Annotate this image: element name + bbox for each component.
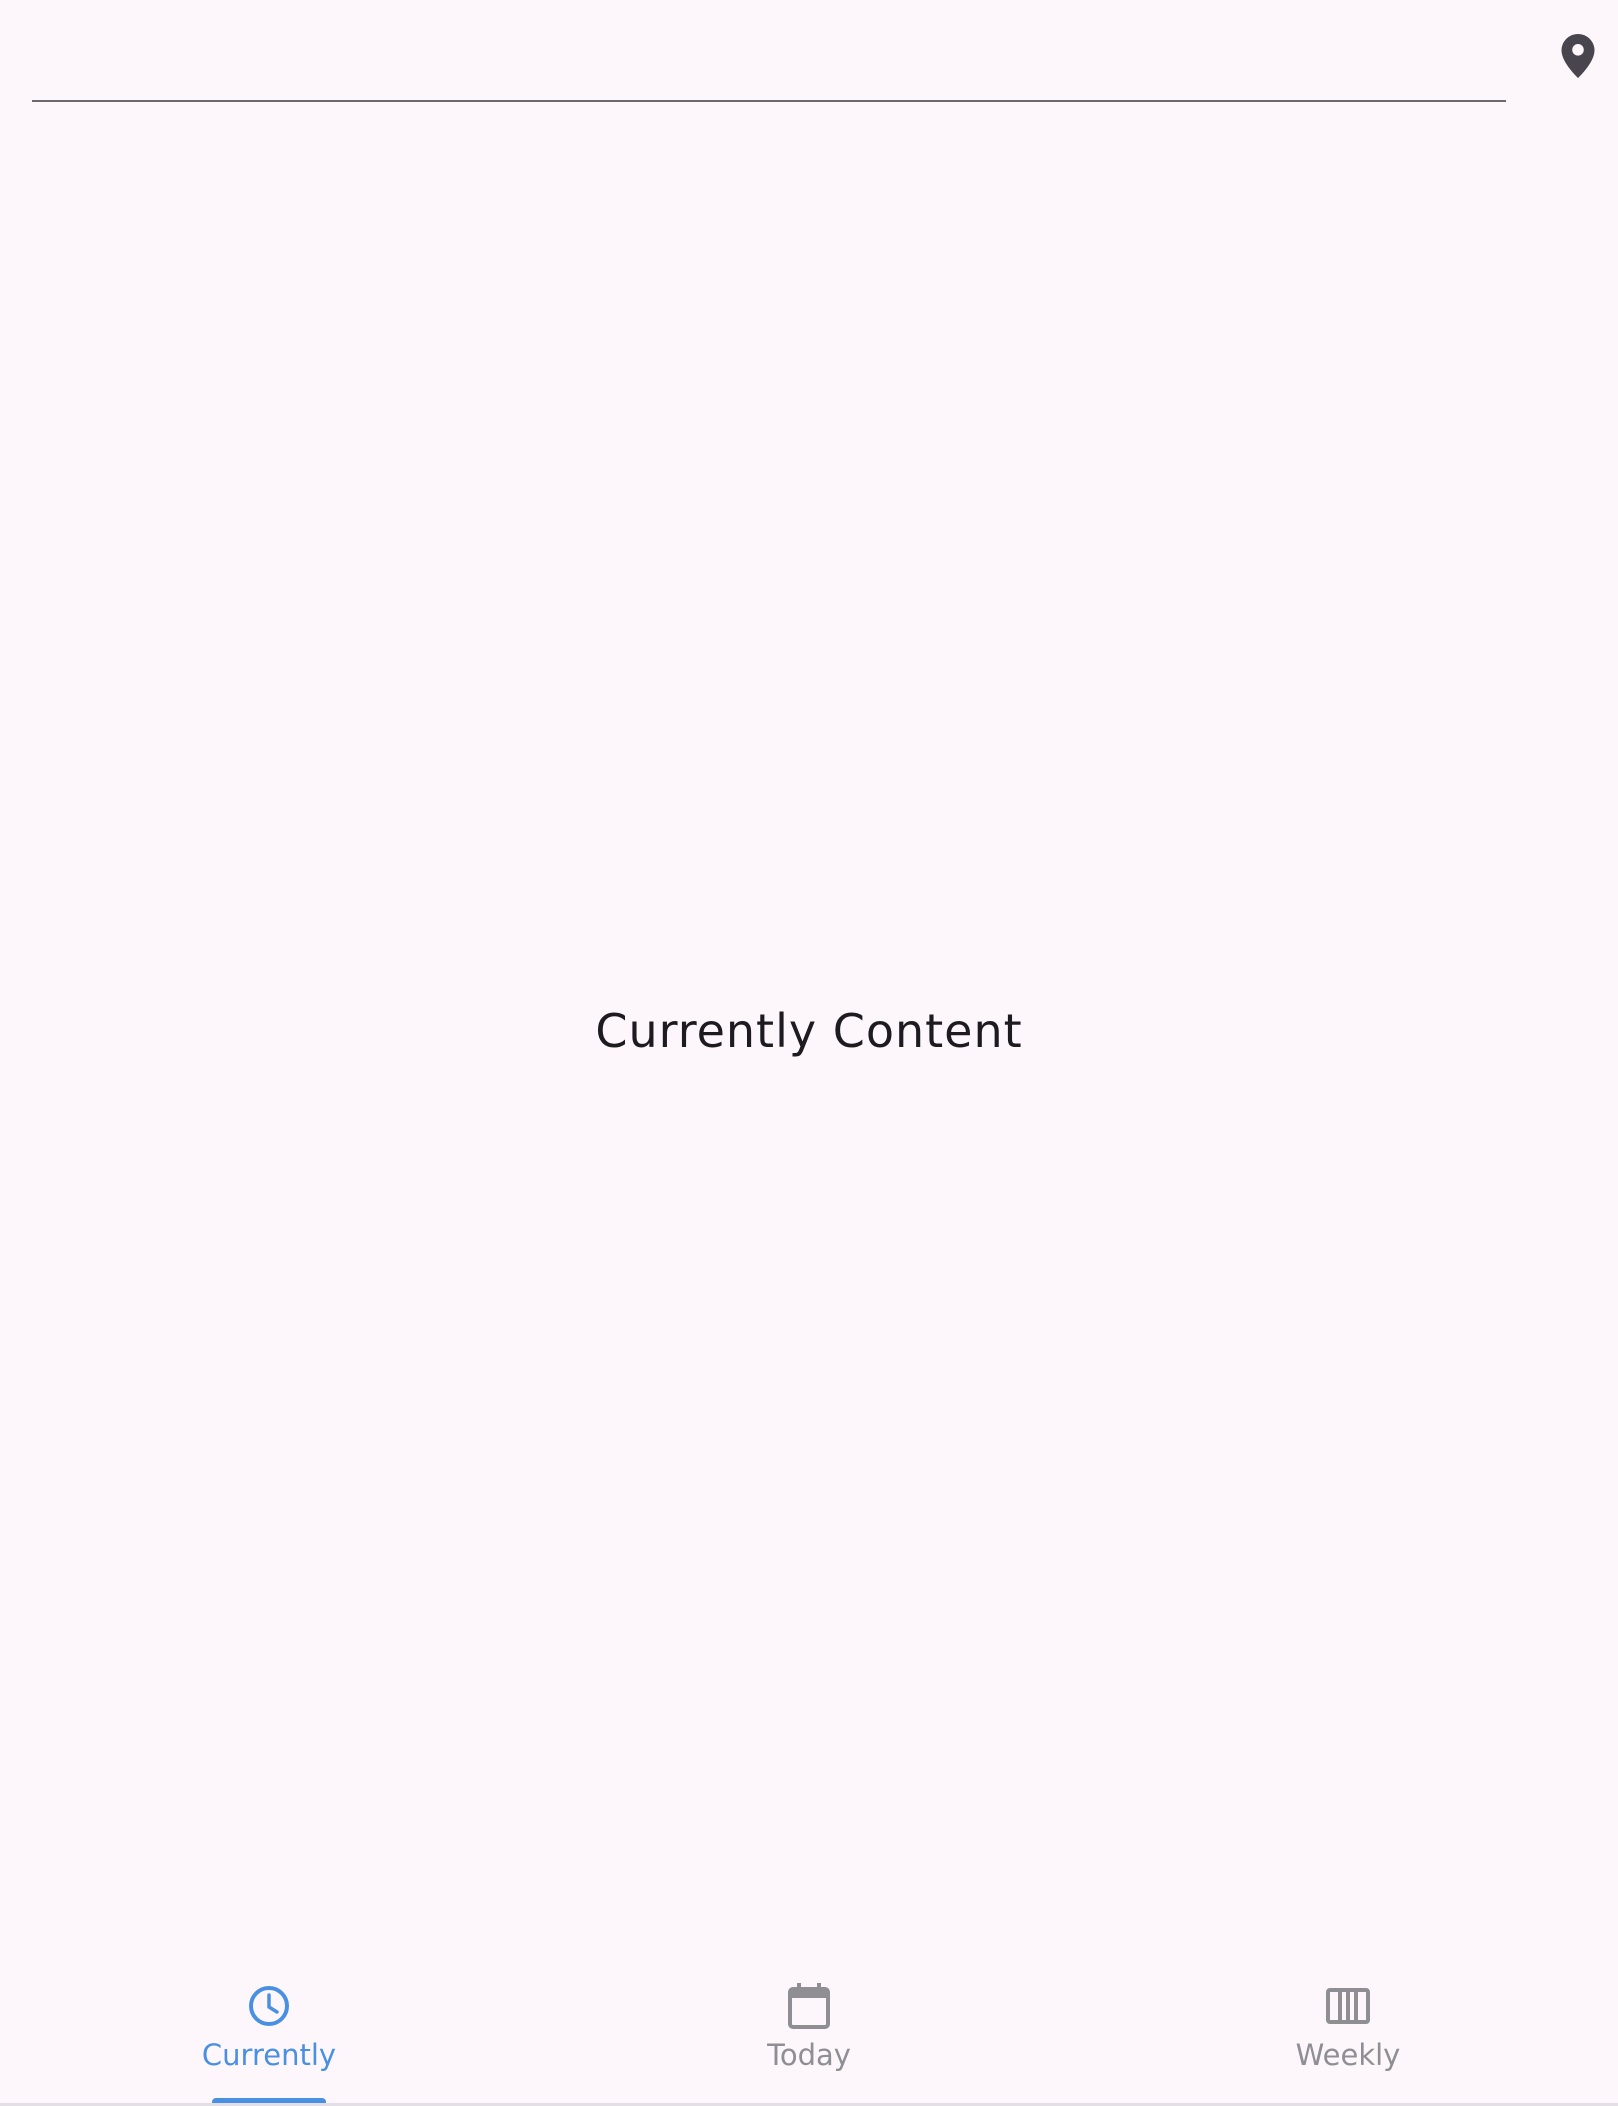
clock-icon [245, 1982, 293, 2030]
tab-today[interactable]: Today [709, 1968, 909, 2106]
tab-label-currently: Currently [201, 2038, 337, 2072]
app-root: Currently Content Currently Today Weekly [0, 0, 1618, 2106]
location-button[interactable] [1548, 26, 1608, 86]
main-content-text: Currently Content [595, 1004, 1023, 1058]
location-pin-icon [1561, 34, 1595, 78]
tab-weekly[interactable]: Weekly [1248, 1968, 1448, 2106]
tab-label-today: Today [767, 2038, 851, 2072]
bottom-tab-bar: Currently Today Weekly [0, 1968, 1618, 2106]
search-bar [32, 20, 1510, 102]
tab-currently[interactable]: Currently [169, 1968, 369, 2106]
tab-label-weekly: Weekly [1295, 2038, 1401, 2072]
search-input[interactable] [32, 20, 1510, 102]
view-week-icon [1324, 1982, 1372, 2030]
calendar-icon [785, 1982, 833, 2030]
